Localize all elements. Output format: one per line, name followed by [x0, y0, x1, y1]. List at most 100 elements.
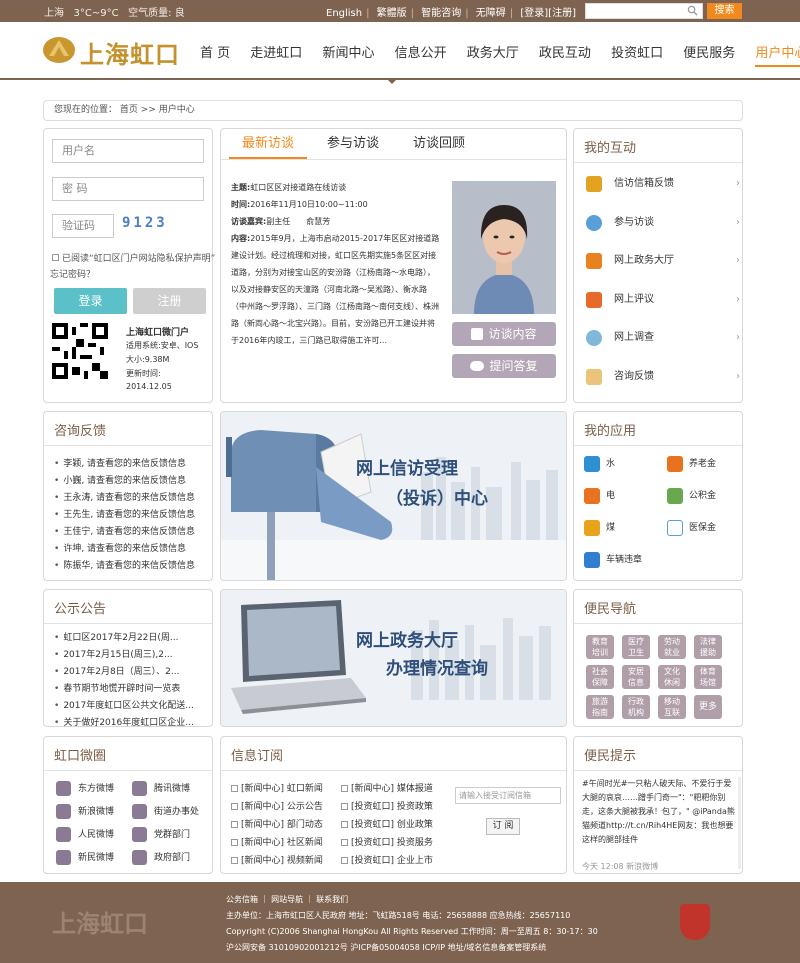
- privacy-checkbox[interactable]: [52, 254, 59, 261]
- tab-interview-review[interactable]: 访谈回顾: [397, 129, 481, 159]
- interaction-item-interview[interactable]: 参与访谈 ›: [586, 213, 740, 233]
- subscribe-option[interactable]: [投资虹口] 企业上市: [341, 852, 433, 870]
- checkbox[interactable]: [231, 785, 238, 792]
- privacy-agree[interactable]: 已阅读“虹口区门户网站隐私保护声明”: [52, 251, 215, 264]
- list-item[interactable]: 2017年度虹口区公共文化配送...: [54, 698, 209, 715]
- subscribe-option[interactable]: [新闻中心] 部门动态: [231, 816, 323, 834]
- convenience-nav-item[interactable]: 文化 休闲: [658, 665, 686, 689]
- my-interaction-title: 我的互动: [584, 141, 637, 156]
- checkbox[interactable]: [341, 821, 348, 828]
- smart-consult-link[interactable]: 智能咨询: [421, 8, 461, 19]
- subscribe-option[interactable]: [投资虹口] 投资政策: [341, 798, 433, 816]
- convenience-nav-item[interactable]: 安居 信息: [622, 665, 650, 689]
- subscribe-option[interactable]: [新闻中心] 视频新闻: [231, 852, 323, 870]
- convenience-nav-item[interactable]: 法律 援助: [694, 635, 722, 659]
- checkbox[interactable]: [341, 857, 348, 864]
- checkbox[interactable]: [231, 839, 238, 846]
- subscribe-option[interactable]: [投资虹口] 创业政策: [341, 816, 433, 834]
- convenience-nav-item[interactable]: 教育 培训: [586, 635, 614, 659]
- traditional-link[interactable]: 繁體版: [377, 8, 407, 19]
- top-search-button[interactable]: 搜索: [707, 3, 742, 19]
- convenience-nav-item[interactable]: 劳动 就业: [658, 635, 686, 659]
- subscribe-option[interactable]: [新闻中心] 虹口新闻: [231, 780, 323, 798]
- convenience-nav-item[interactable]: 社会 保障: [586, 665, 614, 689]
- interaction-item-petition[interactable]: 信访信箱反馈 ›: [586, 174, 740, 194]
- list-item[interactable]: 春节期节地慌开辟时间一览表: [54, 681, 209, 698]
- tab-latest-interview[interactable]: 最新访谈: [229, 129, 307, 159]
- topic-value: 虹口区区对接道路在线访谈: [250, 183, 347, 192]
- my-interaction-panel: 我的互动 信访信箱反馈 › 参与访谈 › 网上政务大厅 › 网上评议 › 网上调查 › 咨…: [573, 128, 743, 403]
- convenience-nav-item[interactable]: 体育 场馆: [694, 665, 722, 689]
- list-item[interactable]: 小巍, 请查看您的来信反馈信息: [54, 473, 209, 490]
- convenience-nav-item[interactable]: 更多: [694, 695, 722, 719]
- breadcrumb-home[interactable]: 首页: [120, 105, 138, 115]
- checkbox[interactable]: [341, 803, 348, 810]
- checkbox[interactable]: [231, 821, 238, 828]
- list-item[interactable]: 李颖, 请查看您的来信反馈信息: [54, 456, 209, 473]
- nav-about[interactable]: 走进虹口: [250, 42, 302, 61]
- nav-home[interactable]: 首 页: [200, 42, 230, 61]
- top-bar: 上海 3°C~9°C 空气质量: 良 English | 繁體版 | 智能咨询 | 无…: [0, 0, 800, 22]
- chevron-right-icon: ›: [736, 217, 740, 228]
- nav-item-line1: 法律: [700, 637, 716, 646]
- list-item[interactable]: 2017年2月8日（周三）、2...: [54, 664, 209, 681]
- captcha-input[interactable]: 验证码: [52, 214, 114, 238]
- divider: [44, 770, 212, 771]
- interaction-item-consult[interactable]: 咨询反馈 ›: [586, 367, 740, 387]
- convenience-nav-item[interactable]: 医疗 卫生: [622, 635, 650, 659]
- list-item[interactable]: 2017年2月15日(周三),2...: [54, 647, 209, 664]
- nav-user-center[interactable]: 用户中心: [755, 42, 800, 67]
- police-badge-icon[interactable]: [680, 904, 710, 940]
- subscribe-option[interactable]: [新闻中心] 社区新闻: [231, 834, 323, 852]
- list-item[interactable]: 许坤, 请查看您的来信反馈信息: [54, 541, 209, 558]
- top-search-input[interactable]: [585, 3, 703, 19]
- nav-info[interactable]: 信息公开: [395, 42, 447, 61]
- subscribe-email-input[interactable]: 请输入接受订阅信箱: [455, 787, 561, 804]
- list-item[interactable]: 虹口区2017年2月22日(周...: [54, 630, 209, 647]
- pension-icon: [667, 456, 683, 472]
- footer-links[interactable]: 公务信箱 ｜ 网站导航 ｜ 联系我们: [226, 894, 348, 905]
- petition-banner[interactable]: 网上信访受理 （投诉）中心: [220, 411, 567, 581]
- convenience-nav-item[interactable]: 移动 互联: [658, 695, 686, 719]
- register-button[interactable]: 注册: [133, 288, 206, 314]
- tab-join-interview[interactable]: 参与访谈: [311, 129, 395, 159]
- accessibility-link[interactable]: 无障碍: [476, 8, 506, 19]
- banner2-line2: 办理情况查询: [386, 659, 488, 679]
- forgot-password-link[interactable]: 忘记密码？: [50, 267, 95, 280]
- interaction-item-survey[interactable]: 网上调查 ›: [586, 328, 740, 348]
- username-input[interactable]: 用户名: [52, 139, 204, 163]
- interview-content-button[interactable]: 访谈内容: [452, 322, 556, 346]
- checkbox[interactable]: [341, 839, 348, 846]
- tips-scrollbar[interactable]: [738, 777, 741, 869]
- question-answer-button[interactable]: 提问答复: [452, 354, 556, 378]
- subscribe-option[interactable]: [投资虹口] 投资服务: [341, 834, 433, 852]
- nav-service[interactable]: 便民服务: [683, 42, 735, 61]
- list-item[interactable]: 王佳宁, 请查看您的来信反馈信息: [54, 524, 209, 541]
- checkbox[interactable]: [341, 785, 348, 792]
- nav-invest[interactable]: 投资虹口: [611, 42, 663, 61]
- english-link[interactable]: English: [326, 8, 362, 19]
- nav-interaction[interactable]: 政民互动: [539, 42, 591, 61]
- gov-hall-banner[interactable]: 网上政务大厅 办理情况查询: [220, 589, 567, 727]
- password-input[interactable]: 密 码: [52, 177, 204, 201]
- convenience-nav-item[interactable]: 旅游 指南: [586, 695, 614, 719]
- checkbox[interactable]: [231, 857, 238, 864]
- list-item[interactable]: 陈振华, 请查看您的来信反馈信息: [54, 558, 209, 575]
- list-item[interactable]: 王先生, 请查看您的来信反馈信息: [54, 507, 209, 524]
- convenience-nav-item[interactable]: 行政 机构: [622, 695, 650, 719]
- interaction-item-review[interactable]: 网上评议 ›: [586, 290, 740, 310]
- subscribe-button[interactable]: 订 阅: [486, 818, 520, 835]
- list-item[interactable]: 关于做好2016年度虹口区企业...: [54, 715, 209, 732]
- login-button[interactable]: 登录: [54, 288, 127, 314]
- item-label: 网上政务大厅: [614, 255, 674, 266]
- subscribe-option[interactable]: [新闻中心] 公示公告: [231, 798, 323, 816]
- interaction-item-hall[interactable]: 网上政务大厅 ›: [586, 251, 740, 271]
- subscribe-option[interactable]: [新闻中心] 媒体报道: [341, 780, 433, 798]
- nav-hall[interactable]: 政务大厅: [467, 42, 519, 61]
- checkbox[interactable]: [231, 803, 238, 810]
- list-item[interactable]: 王永涛, 请查看您的来信反馈信息: [54, 490, 209, 507]
- login-register-link[interactable]: [登录][注册]: [520, 8, 576, 19]
- nav-news[interactable]: 新闻中心: [322, 42, 374, 61]
- captcha-image[interactable]: 9123: [122, 215, 178, 237]
- footer-icp[interactable]: 沪公网安备 31010902001212号 沪ICP备05004058 ICP/…: [226, 942, 546, 953]
